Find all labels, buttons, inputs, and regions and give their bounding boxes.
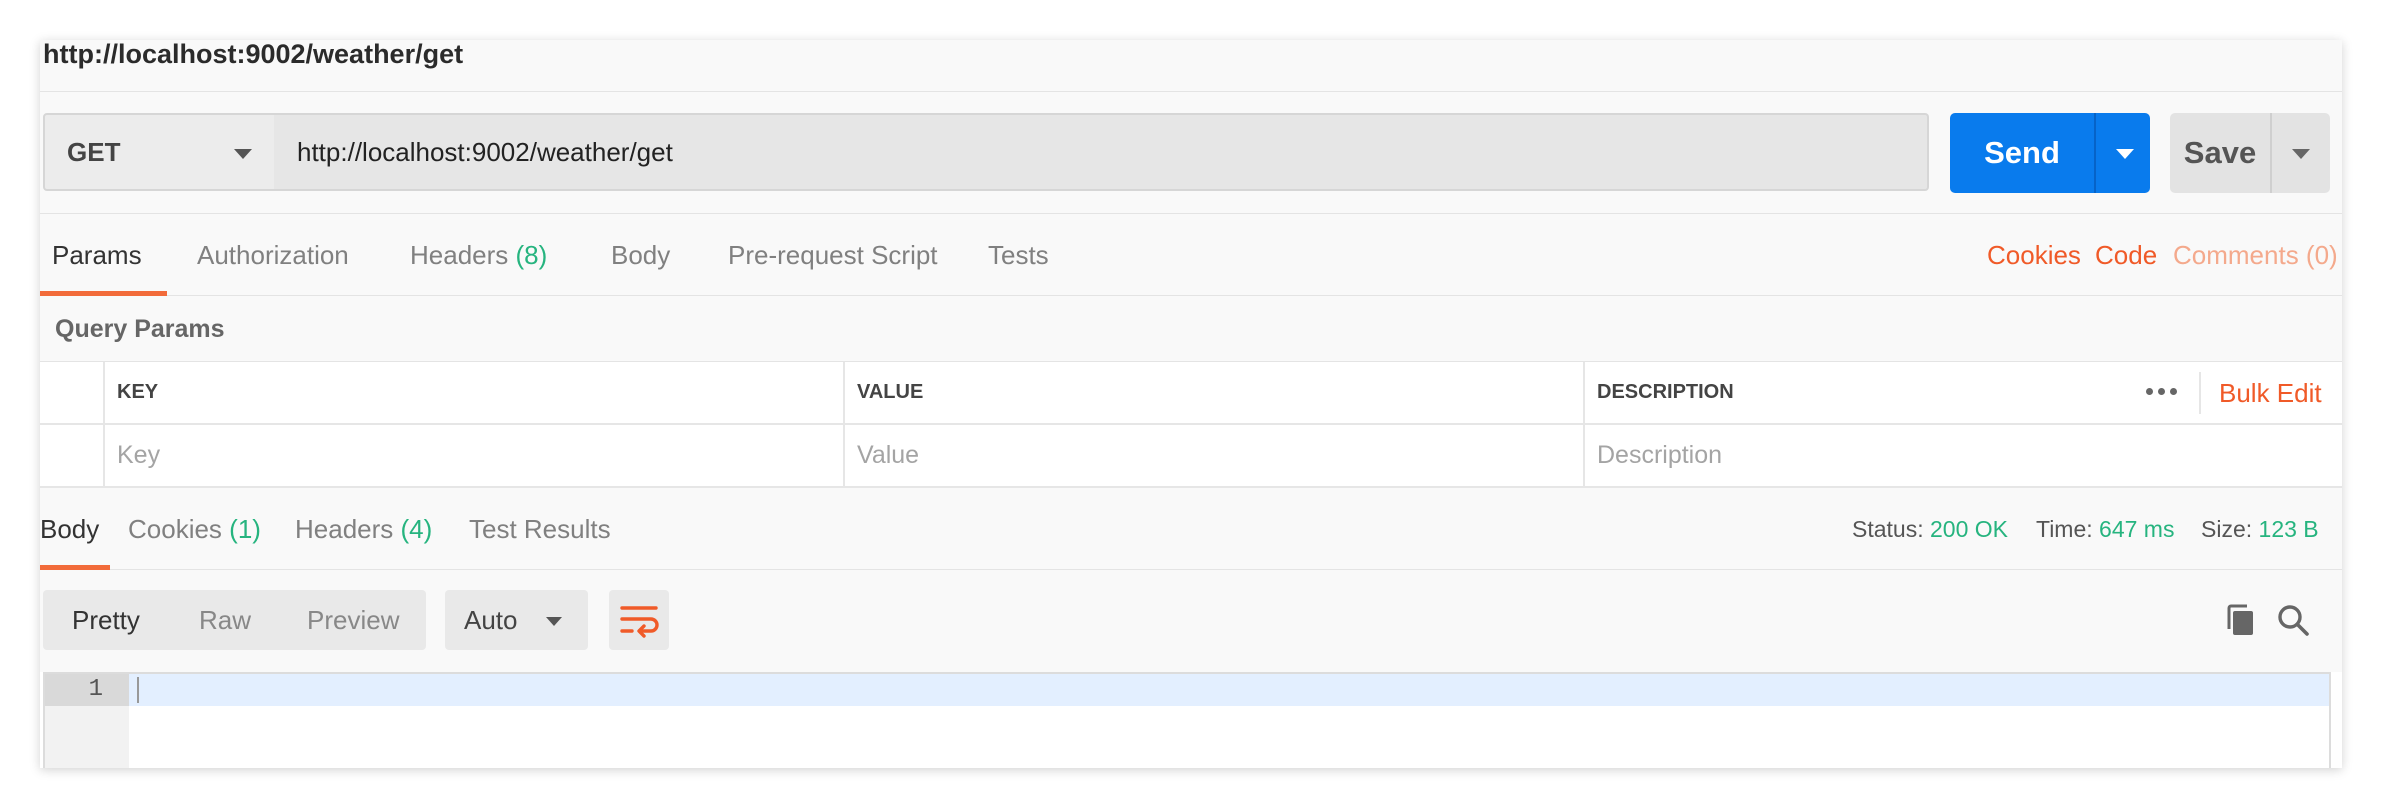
response-time: Time: 647 ms (2036, 488, 2174, 570)
active-line-highlight (129, 674, 2329, 706)
chevron-down-icon (546, 617, 562, 626)
response-tab-headers-count: (4) (400, 514, 433, 544)
response-tab-cookies[interactable]: Cookies (1) (128, 488, 261, 570)
response-tab-headers[interactable]: Headers (4) (295, 488, 432, 570)
tab-headers-label: Headers (410, 240, 509, 270)
response-tab-body-label: Body (40, 514, 100, 544)
time-label: Time: (2036, 516, 2093, 542)
text-cursor (137, 677, 139, 703)
description-input[interactable]: Description (1583, 425, 2342, 486)
request-title: http://localhost:9002/weather/get (40, 40, 2342, 92)
url-input[interactable]: http://localhost:9002/weather/get (274, 113, 1929, 191)
tab-body[interactable]: Body (611, 214, 670, 296)
query-params-table: KEY VALUE DESCRIPTION Bulk Edit Key Valu… (40, 362, 2342, 488)
code-link[interactable]: Code (2095, 214, 2157, 296)
method-label: GET (67, 137, 121, 167)
table-row: Key Value Description (40, 425, 2342, 488)
copy-icon[interactable] (2224, 603, 2256, 642)
format-select[interactable]: Auto (445, 590, 588, 650)
value-column-header: VALUE (843, 362, 1583, 423)
size-label: Size: (2201, 516, 2253, 542)
response-tabs: Body Cookies (1) Headers (4) Test Result… (40, 488, 2342, 570)
response-body-editor[interactable]: 1 (43, 672, 2331, 768)
tab-prerequest-script[interactable]: Pre-request Script (728, 214, 938, 296)
send-divider (2094, 113, 2096, 193)
status-value: 200 OK (1930, 516, 2008, 542)
header-divider (2199, 372, 2201, 414)
tab-params[interactable]: Params (40, 214, 167, 296)
send-options-chevron-icon[interactable] (2116, 149, 2134, 159)
request-bar: GET http://localhost:9002/weather/get Se… (40, 92, 2342, 214)
pretty-option[interactable]: Pretty (72, 590, 140, 650)
cookies-link[interactable]: Cookies (1987, 214, 2081, 296)
response-tab-headers-label: Headers (295, 514, 394, 544)
wrap-lines-icon (620, 606, 659, 638)
format-select-value: Auto (464, 605, 518, 635)
request-tabs: Params Authorization Headers (8) Body Pr… (40, 214, 2342, 296)
bulk-edit-link[interactable]: Bulk Edit (2219, 362, 2322, 425)
response-size: Size: 123 B (2201, 488, 2319, 570)
more-options-icon[interactable] (2146, 388, 2177, 395)
save-divider (2270, 113, 2272, 193)
response-tab-cookies-count: (1) (229, 514, 261, 544)
method-dropdown[interactable]: GET (43, 113, 276, 191)
table-header-row: KEY VALUE DESCRIPTION Bulk Edit (40, 362, 2342, 425)
tab-params-label: Params (52, 240, 142, 270)
chevron-down-icon (234, 149, 252, 159)
comments-link[interactable]: Comments (0) (2173, 214, 2338, 296)
save-button[interactable]: Save (2170, 113, 2330, 193)
description-column-header: DESCRIPTION (1583, 362, 2168, 423)
response-status: Status: 200 OK (1852, 488, 2008, 570)
status-label: Status: (1852, 516, 1924, 542)
response-tab-cookies-label: Cookies (128, 514, 222, 544)
wrap-lines-button[interactable] (609, 590, 669, 650)
save-button-label: Save (2183, 135, 2257, 170)
request-panel: http://localhost:9002/weather/get GET ht… (40, 40, 2342, 768)
key-column-header: KEY (103, 362, 843, 423)
size-value: 123 B (2258, 516, 2319, 542)
send-button[interactable]: Send (1950, 113, 2150, 193)
value-input[interactable]: Value (843, 425, 1583, 486)
response-tab-body[interactable]: Body (40, 488, 110, 570)
query-params-heading: Query Params (40, 296, 2342, 362)
response-tab-test-results[interactable]: Test Results (469, 488, 611, 570)
raw-option[interactable]: Raw (199, 590, 251, 650)
body-toolbar: Pretty Raw Preview Auto (40, 570, 2342, 672)
key-input[interactable]: Key (103, 425, 843, 486)
save-options-chevron-icon[interactable] (2292, 149, 2310, 159)
send-button-label: Send (1984, 135, 2060, 170)
line-number: 1 (45, 674, 129, 706)
tab-headers[interactable]: Headers (8) (410, 214, 547, 296)
preview-option[interactable]: Preview (307, 590, 399, 650)
tab-headers-count: (8) (515, 240, 548, 270)
tab-tests[interactable]: Tests (988, 214, 1049, 296)
tab-authorization[interactable]: Authorization (197, 214, 349, 296)
view-mode-group: Pretty Raw Preview (43, 590, 426, 650)
time-value: 647 ms (2099, 516, 2175, 542)
search-icon[interactable] (2276, 603, 2310, 642)
